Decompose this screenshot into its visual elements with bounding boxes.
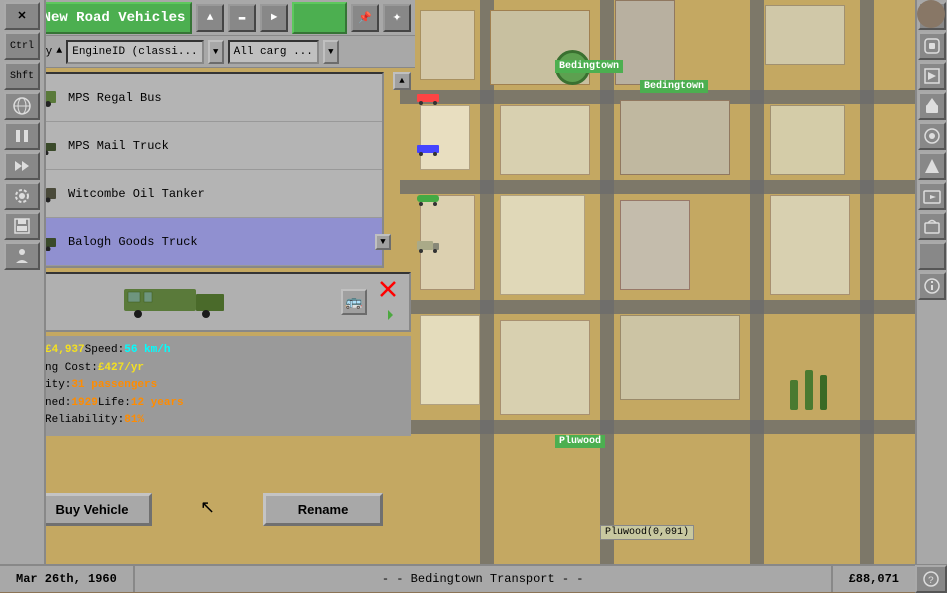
cargo-filter-dropdown[interactable]: All carg ... bbox=[228, 40, 319, 64]
vehicle-list: MPS Regal Bus ▲ MPS Mail Truck bbox=[4, 72, 384, 268]
list-right-icons bbox=[415, 72, 441, 258]
close-x-button[interactable]: ✕ bbox=[4, 2, 40, 30]
vehicle-preview-icon-3 bbox=[417, 192, 439, 211]
status-money: £88,071 bbox=[831, 566, 915, 592]
toolbar-shft[interactable]: Shft bbox=[4, 62, 40, 90]
vehicle-item-mps-mail-truck[interactable]: MPS Mail Truck bbox=[6, 122, 382, 170]
vehicle-list-container: MPS Regal Bus ▲ MPS Mail Truck bbox=[4, 72, 411, 268]
vehicle-item-witcombe-oil-tanker[interactable]: Witcombe Oil Tanker bbox=[6, 170, 382, 218]
rename-button[interactable]: Rename bbox=[263, 493, 383, 526]
window-title: New Road Vehicles bbox=[36, 2, 192, 34]
cursor-pointer-indicator: ↖ bbox=[200, 497, 215, 526]
sort-bar: Sort by ▲ EngineID (classi... ▼ All carg… bbox=[0, 36, 415, 68]
svg-text:?: ? bbox=[928, 576, 934, 587]
city-label-bedingtown2: Bedingtown bbox=[640, 80, 708, 93]
life-label: Life: bbox=[98, 395, 131, 413]
arrow-right-button[interactable]: ► bbox=[260, 4, 288, 32]
left-toolbar: ✕ Ctrl Shft bbox=[0, 0, 46, 564]
list-scroll-down[interactable]: ▼ bbox=[375, 234, 391, 250]
reliability-value: 81% bbox=[124, 412, 144, 430]
stats-row-cost: Cost: £4,937 Speed: 56 km/h bbox=[12, 342, 403, 360]
sort-field-dropdown[interactable]: EngineID (classi... bbox=[66, 40, 203, 64]
sidebar-icon-6[interactable] bbox=[918, 152, 946, 180]
sidebar-icon-3[interactable] bbox=[918, 62, 946, 90]
toolbar-ctrl[interactable]: Ctrl bbox=[4, 32, 40, 60]
sidebar-icon-5[interactable] bbox=[918, 122, 946, 150]
arrow-mid-button[interactable]: ▬ bbox=[228, 4, 256, 32]
sidebar-icon-4[interactable] bbox=[918, 92, 946, 120]
status-bar: Mar 26th, 1960 - - Bedingtown Transport … bbox=[0, 564, 947, 592]
cost-value: £4,937 bbox=[45, 342, 85, 360]
vehicle-info-button[interactable]: 🚌 bbox=[341, 289, 367, 315]
toolbar-person-icon[interactable] bbox=[4, 242, 40, 270]
toolbar-save-icon[interactable] bbox=[4, 212, 40, 240]
title-bar: × New Road Vehicles ▲ ▬ ► 📌 ✦ bbox=[0, 0, 415, 36]
speed-value: 56 km/h bbox=[124, 342, 170, 360]
status-date: Mar 26th, 1960 bbox=[0, 566, 135, 592]
sidebar-icon-2[interactable] bbox=[918, 32, 946, 60]
vehicle-name-mps-mail-truck: MPS Mail Truck bbox=[68, 139, 376, 153]
list-scroll-up[interactable]: ▲ bbox=[393, 72, 411, 90]
speed-label: Speed: bbox=[85, 342, 125, 360]
vehicle-preview-icon-1 bbox=[417, 92, 439, 111]
selected-vehicle-preview bbox=[16, 284, 331, 320]
status-company: - - Bedingtown Transport - - bbox=[135, 572, 831, 586]
arrow-up-button[interactable]: ▲ bbox=[196, 4, 224, 32]
vehicle-action-icons: 🚌 bbox=[341, 289, 367, 315]
designed-value: 1929 bbox=[71, 395, 97, 413]
sidebar-icon-8[interactable] bbox=[918, 212, 946, 240]
stats-row-designed: Designed: 1929 Life: 12 years bbox=[12, 395, 403, 413]
cargo-dropdown-arrow[interactable]: ▼ bbox=[323, 40, 339, 64]
vehicle-name-mps-regal-bus: MPS Regal Bus bbox=[68, 91, 376, 105]
sort-dropdown-arrow[interactable]: ▼ bbox=[208, 40, 224, 64]
cancel-icon-button[interactable] bbox=[377, 278, 399, 300]
city-label-bedingtown1: Bedingtown bbox=[555, 60, 623, 73]
right-sidebar bbox=[915, 0, 947, 564]
capacity-value: 31 passengers bbox=[71, 377, 157, 395]
accept-icon-button[interactable] bbox=[377, 304, 399, 326]
running-cost-value: £427/yr bbox=[98, 360, 144, 378]
toolbar-map-icon[interactable] bbox=[4, 92, 40, 120]
vehicle-display-area: 🚌 bbox=[4, 272, 411, 332]
life-value: 12 years bbox=[131, 395, 184, 413]
status-help-button[interactable]: ? bbox=[915, 565, 947, 593]
sort-direction-icon: ▲ bbox=[56, 46, 62, 57]
action-buttons-row: Buy Vehicle ↖ Rename bbox=[0, 485, 415, 534]
sidebar-icon-9[interactable] bbox=[918, 242, 946, 270]
action-icons-col bbox=[377, 278, 399, 326]
toolbar-pause-icon[interactable] bbox=[4, 122, 40, 150]
vehicle-purchase-panel: × New Road Vehicles ▲ ▬ ► 📌 ✦ Sort by ▲ … bbox=[0, 0, 415, 564]
vehicle-name-witcombe-oil-tanker: Witcombe Oil Tanker bbox=[68, 187, 376, 201]
stats-row-reliability: Max. Reliability: 81% bbox=[12, 412, 403, 430]
sidebar-icon-7[interactable] bbox=[918, 182, 946, 210]
vehicle-item-mps-regal-bus[interactable]: MPS Regal Bus bbox=[6, 74, 382, 122]
vehicle-preview-icon-2 bbox=[417, 143, 439, 162]
pin-button[interactable]: 📌 bbox=[351, 4, 379, 32]
toolbar-gear-icon[interactable] bbox=[4, 182, 40, 210]
buy-vehicle-button[interactable]: Buy Vehicle bbox=[32, 493, 152, 526]
vehicle-preview-icon-4 bbox=[417, 239, 439, 258]
stats-row-running: Running Cost: £427/yr bbox=[12, 360, 403, 378]
star-button[interactable]: ✦ bbox=[383, 4, 411, 32]
vehicle-name-balogh-goods-truck: Balogh Goods Truck bbox=[68, 235, 376, 249]
pluwood-popup: Pluwood(0,091) bbox=[600, 525, 694, 540]
vehicle-item-balogh-goods-truck[interactable]: Balogh Goods Truck ▼ bbox=[6, 218, 382, 266]
stats-row-capacity: Capacity: 31 passengers bbox=[12, 377, 403, 395]
toolbar-ff-icon[interactable] bbox=[4, 152, 40, 180]
vehicle-stats-area: Cost: £4,937 Speed: 56 km/h Running Cost… bbox=[4, 336, 411, 436]
sidebar-icon-10[interactable] bbox=[918, 272, 946, 300]
city-label-pluwood: Pluwood bbox=[555, 435, 605, 448]
